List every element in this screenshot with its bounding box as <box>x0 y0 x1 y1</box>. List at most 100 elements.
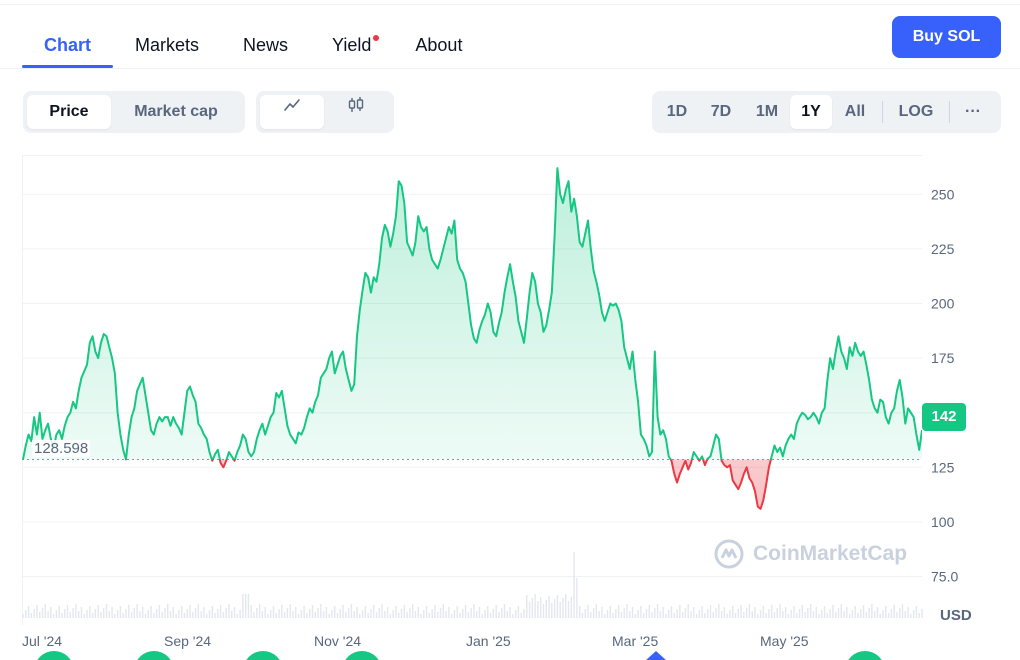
volume-bar <box>275 613 277 618</box>
volume-bar <box>200 611 202 618</box>
volume-bar <box>347 608 350 618</box>
volume-bar <box>726 614 728 618</box>
x-tick-label: Nov '24 <box>314 633 362 649</box>
y-tick-label: 100 <box>931 514 955 530</box>
volume-bar <box>33 609 35 618</box>
announcement-event-marker[interactable] <box>645 651 667 660</box>
y-tick-label: 125 <box>931 459 955 475</box>
volume-bar <box>537 601 539 618</box>
volume-bar <box>879 614 881 618</box>
volume-bar <box>122 613 124 618</box>
market-cap-option[interactable]: Market cap <box>111 95 241 129</box>
volume-bar <box>336 613 339 618</box>
volume-bar <box>684 608 687 618</box>
volume-bar <box>225 608 227 618</box>
volume-bar <box>364 606 367 618</box>
volume-bar <box>164 608 166 618</box>
price-option[interactable]: Price <box>27 95 111 129</box>
volume-bar <box>545 600 547 618</box>
x-tick-label: May '25 <box>760 633 809 649</box>
volume-bar <box>150 606 152 618</box>
volume-bar <box>311 605 314 618</box>
volume-bar <box>267 614 269 618</box>
volume-bar <box>745 608 748 618</box>
range-7d[interactable]: 7D <box>698 95 744 129</box>
volume-bar <box>228 604 230 618</box>
tab-yield[interactable]: Yield <box>310 22 393 68</box>
price-chart[interactable]: 25022520017515012510075.0 CoinMarketCap … <box>22 155 1020 660</box>
metric-toggle: Price Market cap <box>23 91 245 133</box>
volume-bar <box>804 612 806 618</box>
volume-bar <box>668 610 670 618</box>
volume-bar <box>629 611 631 618</box>
volume-bar <box>289 604 291 618</box>
range-all[interactable]: All <box>832 95 878 129</box>
volume-bar <box>372 605 375 618</box>
tab-label: Yield <box>332 35 372 55</box>
tab-chart[interactable]: Chart <box>22 22 114 68</box>
volume-bar <box>359 614 361 618</box>
volume-bar <box>896 612 898 618</box>
volume-bar <box>94 609 97 618</box>
volume-bar <box>512 614 514 618</box>
more-options-button[interactable]: ··· <box>954 95 992 129</box>
tabs-divider <box>0 68 1020 69</box>
volume-bar <box>328 614 330 618</box>
volume-bar <box>222 612 225 618</box>
volume-bar <box>172 607 174 618</box>
volume-bar <box>871 604 873 618</box>
volume-bar <box>718 604 720 618</box>
range-separator <box>949 101 950 123</box>
volume-bar <box>467 612 470 618</box>
range-1y[interactable]: 1Y <box>790 95 832 129</box>
volume-bar <box>300 610 303 618</box>
volume-bar <box>517 606 520 618</box>
range-separator <box>882 101 883 123</box>
volume-bar <box>306 613 308 618</box>
volume-bar <box>428 613 431 618</box>
baseline-value-label: 128.598 <box>32 440 91 457</box>
volume-bar <box>205 614 208 618</box>
volume-bar <box>670 606 673 618</box>
volume-bar <box>50 607 52 618</box>
tab-markets[interactable]: Markets <box>113 22 221 68</box>
line-chart-option[interactable] <box>260 95 324 129</box>
log-scale-toggle[interactable]: LOG <box>887 95 945 129</box>
volume-bar <box>637 610 639 618</box>
volume-bar <box>732 606 734 618</box>
volume-bar <box>687 604 689 618</box>
volume-bar <box>676 609 678 618</box>
volume-bar <box>481 614 483 618</box>
volume-bar <box>91 613 94 618</box>
volume-bar <box>100 612 102 618</box>
volume-bar <box>523 609 525 618</box>
volume-bar <box>698 610 701 618</box>
volume-bar <box>64 609 66 618</box>
volume-bar <box>848 614 851 618</box>
volume-bar <box>462 609 464 618</box>
coinmarketcap-watermark: CoinMarketCap <box>713 538 907 570</box>
volume-bar <box>734 613 737 618</box>
volume-bar <box>169 611 172 618</box>
range-1d[interactable]: 1D <box>656 95 698 129</box>
volume-bar <box>36 605 38 618</box>
volume-bar <box>423 610 425 618</box>
range-1m[interactable]: 1M <box>744 95 790 129</box>
volume-bar <box>901 604 904 618</box>
tab-news[interactable]: News <box>221 22 310 68</box>
volume-bar <box>695 614 698 618</box>
tab-about[interactable]: About <box>393 22 484 68</box>
candlestick-option[interactable] <box>324 95 388 129</box>
volume-bar <box>180 606 183 618</box>
watermark-text: CoinMarketCap <box>753 542 908 565</box>
volume-bar <box>904 611 907 618</box>
volume-bar <box>437 612 439 618</box>
volume-bar <box>286 608 289 618</box>
volume-bar <box>80 607 83 618</box>
volume-bar <box>782 611 784 618</box>
buy-sol-button[interactable]: Buy SOL <box>892 16 1001 58</box>
volume-bar <box>921 609 923 618</box>
volume-bar <box>712 612 714 618</box>
volume-bar <box>83 614 85 618</box>
volume-bar <box>590 612 592 618</box>
